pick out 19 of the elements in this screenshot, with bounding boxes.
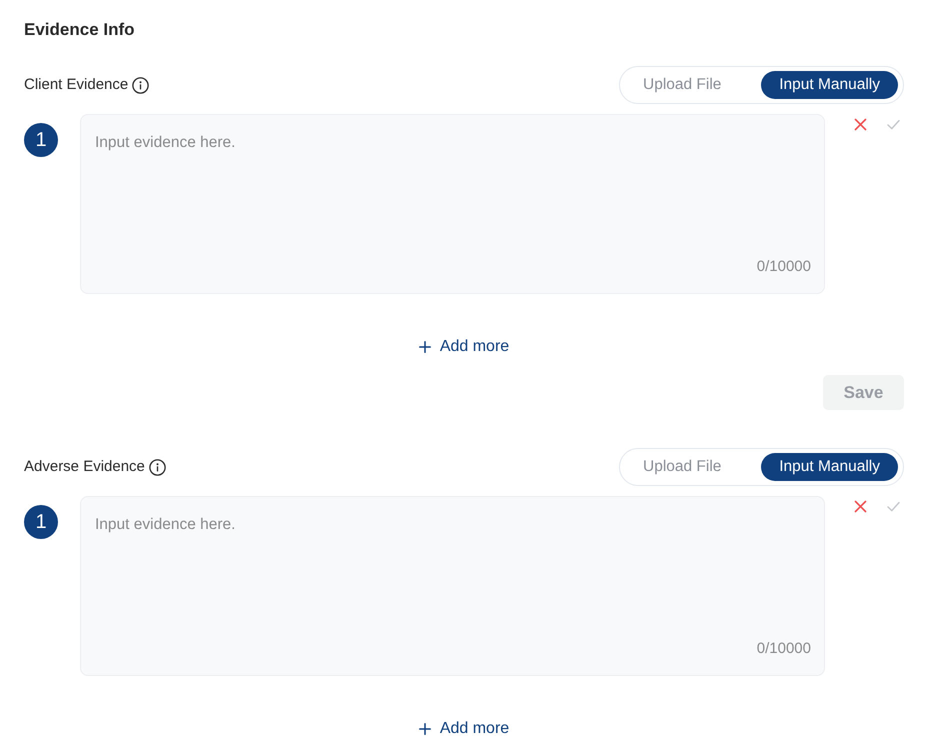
section-heading: Evidence Info bbox=[24, 19, 136, 41]
add-more-button[interactable]: Add more bbox=[418, 717, 510, 741]
plus-icon bbox=[418, 341, 431, 353]
check-button[interactable] bbox=[887, 500, 900, 513]
entry-number: 1 bbox=[24, 123, 58, 157]
mode-tab[interactable]: Input Manually bbox=[761, 453, 898, 481]
info-icon[interactable] bbox=[132, 76, 150, 94]
check-button[interactable] bbox=[887, 118, 900, 131]
section-label: Client Evidence bbox=[24, 74, 128, 95]
mode-tab[interactable]: Input Manually bbox=[761, 71, 898, 99]
character-counter: 0/10000 bbox=[756, 640, 811, 658]
entry-number: 1 bbox=[24, 505, 58, 539]
close-button[interactable] bbox=[854, 118, 867, 131]
info-icon[interactable] bbox=[148, 458, 166, 476]
plus-icon bbox=[418, 723, 431, 735]
add-more-button[interactable]: Add more bbox=[418, 335, 510, 359]
close-button[interactable] bbox=[854, 500, 867, 513]
section-label: Adverse Evidence bbox=[24, 456, 145, 477]
character-counter: 0/10000 bbox=[756, 258, 811, 276]
